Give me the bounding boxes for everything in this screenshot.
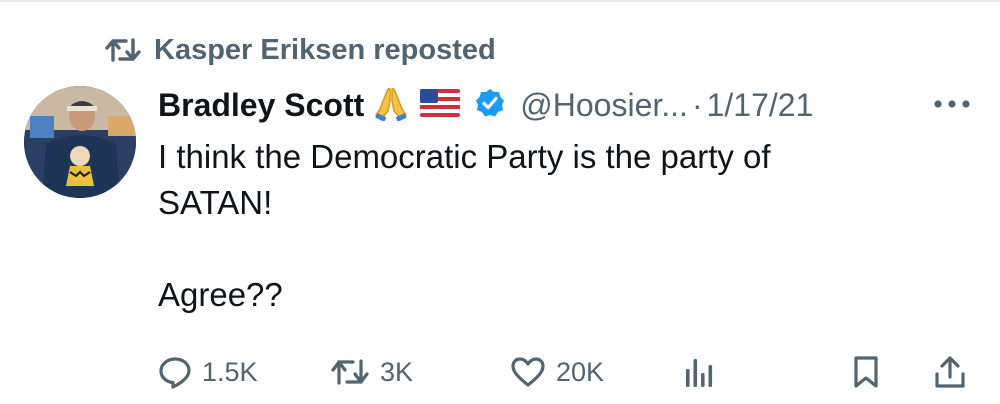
separator-dot: · (691, 86, 703, 123)
analytics-icon (684, 355, 714, 389)
repost-count: 3K (380, 356, 414, 387)
more-options-icon[interactable] (928, 92, 976, 116)
reply-button[interactable]: 1.5K (158, 348, 258, 396)
bookmark-icon (852, 355, 880, 389)
author-name[interactable]: Bradley Scott (158, 87, 364, 124)
reply-icon (158, 355, 192, 389)
tweet-text-line: Agree?? (158, 276, 283, 313)
tweet-text-line: SATAN! (158, 184, 273, 221)
author-handle[interactable]: @Hoosier... (520, 87, 688, 124)
folded-hands-emoji-icon (374, 85, 408, 126)
repost-icon (104, 36, 142, 64)
like-count: 20K (556, 356, 605, 387)
share-button[interactable] (934, 348, 966, 396)
avatar[interactable] (24, 86, 136, 198)
us-flag-emoji-icon (419, 88, 461, 122)
share-icon (934, 355, 966, 389)
tweet-date[interactable]: 1/17/21 (707, 87, 814, 124)
repost-icon (330, 357, 370, 387)
repost-button[interactable]: 3K (330, 348, 413, 396)
reply-count: 1.5K (202, 356, 258, 387)
repost-indicator-text: Kasper Eriksen reposted (154, 33, 496, 66)
views-button[interactable] (684, 348, 714, 396)
tweet-text-line: I think the Democratic Party is the part… (158, 138, 771, 175)
action-bar: 1.5K 3K 20K (158, 348, 978, 396)
repost-indicator[interactable]: Kasper Eriksen reposted (104, 30, 496, 70)
like-button[interactable]: 20K (510, 348, 604, 396)
tweet-header: Bradley Scott @Hoosier... · 1/17/21 (158, 80, 813, 130)
bookmark-button[interactable] (852, 348, 880, 396)
top-divider (0, 0, 1000, 2)
heart-icon (510, 356, 546, 388)
verified-badge-icon[interactable] (474, 87, 506, 124)
tweet-text: I think the Democratic Party is the part… (158, 134, 938, 318)
